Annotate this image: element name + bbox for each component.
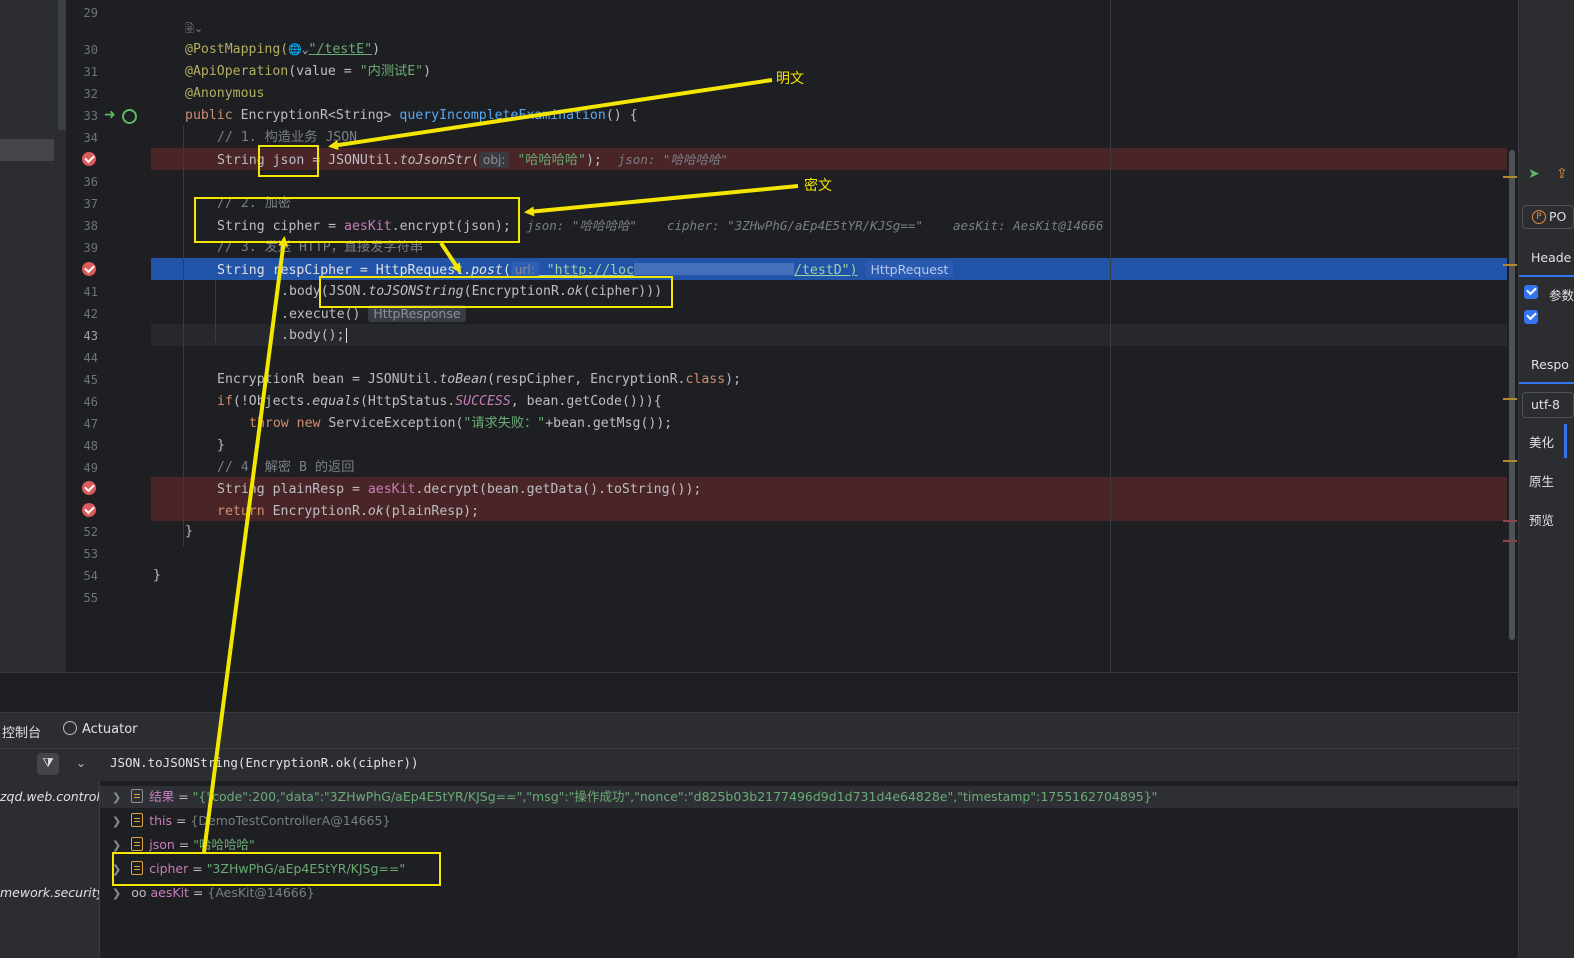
- arrow-from-cipher-var: [202, 236, 289, 853]
- arrow-to-body: [439, 241, 462, 274]
- arrow-plaintext: [328, 78, 773, 151]
- annotation-arrows: [202, 78, 799, 853]
- arrow-ciphertext: [524, 184, 799, 217]
